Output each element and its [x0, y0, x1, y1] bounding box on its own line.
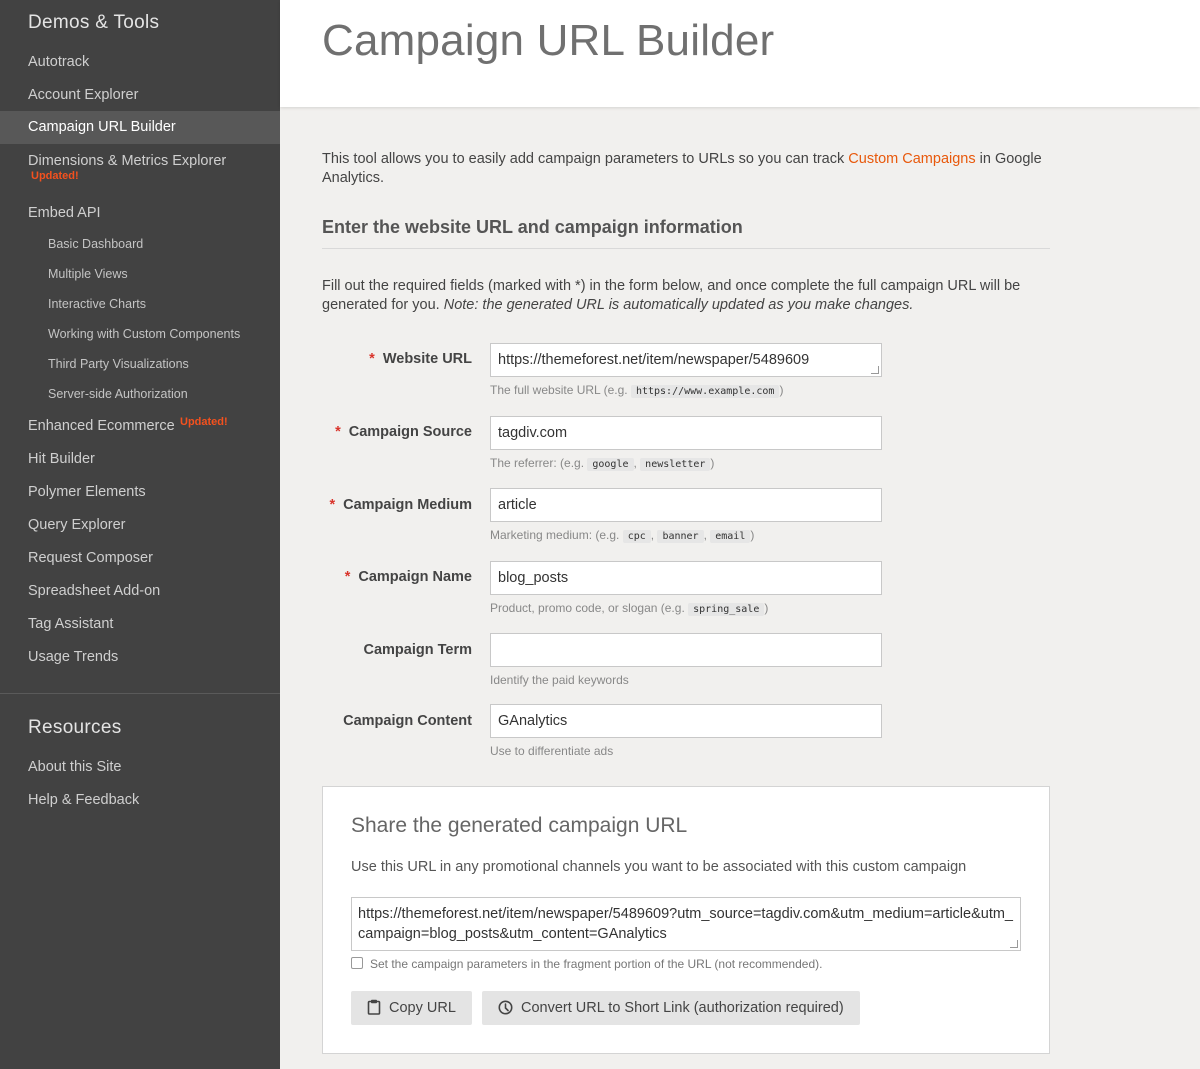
sidebar-item-enhanced-ecommerce[interactable]: Enhanced Ecommerce — [0, 411, 280, 441]
sidebar-item-polymer-elements[interactable]: Polymer Elements — [0, 477, 280, 507]
generated-url-value: https://themeforest.net/item/newspaper/5… — [358, 906, 1013, 942]
section-divider — [322, 248, 1050, 249]
campaign-source-input[interactable]: tagdiv.com — [490, 416, 882, 450]
intro-text-before: This tool allows you to easily add campa… — [322, 151, 849, 167]
campaign-source-help: The referrer: (e.g. google, newsletter) — [490, 456, 715, 471]
campaign-content-label: Campaign Content — [343, 713, 472, 729]
sidebar-item-query-explorer[interactable]: Query Explorer — [0, 510, 280, 540]
campaign-source-label: * Campaign Source — [335, 424, 472, 440]
help-text-end: ) — [710, 456, 715, 470]
example-code: email — [710, 530, 751, 543]
sidebar-heading-demos-tools: Demos & Tools — [28, 12, 160, 33]
required-marker: * — [344, 569, 351, 585]
sidebar-item-about-this-site[interactable]: About this Site — [0, 752, 280, 782]
campaign-source-label-text: Campaign Source — [348, 424, 472, 440]
fragment-checkbox-label: Set the campaign parameters in the fragm… — [370, 957, 823, 971]
share-panel: Share the generated campaign URL Use thi… — [322, 786, 1050, 1054]
required-marker: * — [369, 351, 375, 367]
updated-badge: Updated! — [31, 170, 79, 182]
campaign-content-help: Use to differentiate ads — [490, 744, 614, 758]
copy-url-label: Copy URL — [389, 1000, 456, 1016]
sidebar-item-campaign-url-builder[interactable]: Campaign URL Builder — [0, 111, 280, 144]
help-text-end: ) — [779, 383, 784, 397]
help-text-end: ) — [764, 601, 769, 615]
sidebar-subitem-multiple-views[interactable]: Multiple Views — [0, 261, 280, 287]
sidebar-item-spreadsheet-add-on[interactable]: Spreadsheet Add-on — [0, 576, 280, 606]
campaign-medium-label-text: Campaign Medium — [343, 497, 472, 513]
page-header: Campaign URL Builder — [280, 0, 1200, 107]
sidebar-item-account-explorer[interactable]: Account Explorer — [0, 80, 280, 110]
help-text: Product, promo code, or slogan (e.g. — [490, 601, 689, 615]
sidebar-item-request-composer[interactable]: Request Composer — [0, 543, 280, 573]
sidebar-subitem-custom-components[interactable]: Working with Custom Components — [0, 321, 280, 347]
required-marker: * — [329, 497, 336, 513]
example-code: newsletter — [640, 458, 711, 471]
sidebar-item-autotrack[interactable]: Autotrack — [0, 47, 280, 77]
fragment-option: Set the campaign parameters in the fragm… — [351, 957, 822, 971]
website-url-help: The full website URL (e.g. https://www.e… — [490, 383, 784, 398]
share-title: Share the generated campaign URL — [351, 814, 688, 837]
campaign-medium-label: * Campaign Medium — [329, 497, 472, 513]
campaign-term-label: Campaign Term — [363, 642, 472, 658]
page-title: Campaign URL Builder — [322, 16, 775, 65]
campaign-medium-help: Marketing medium: (e.g. cpc, banner, ema… — [490, 528, 755, 543]
sidebar-item-help-feedback[interactable]: Help & Feedback — [0, 785, 280, 815]
campaign-term-input[interactable] — [490, 633, 882, 667]
share-description: Use this URL in any promotional channels… — [351, 859, 967, 875]
example-code: banner — [657, 530, 704, 543]
fragment-checkbox[interactable] — [351, 957, 363, 969]
sidebar-item-usage-trends[interactable]: Usage Trends — [0, 642, 280, 672]
short-link-button[interactable]: Convert URL to Short Link (authorization… — [482, 991, 860, 1025]
link-icon — [498, 1000, 513, 1015]
sidebar-item-embed-api[interactable]: Embed API — [0, 198, 280, 228]
sidebar-subitem-third-party-visualizations[interactable]: Third Party Visualizations — [0, 351, 280, 377]
sidebar-item-tag-assistant[interactable]: Tag Assistant — [0, 609, 280, 639]
campaign-name-input[interactable]: blog_posts — [490, 561, 882, 595]
custom-campaigns-link[interactable]: Custom Campaigns — [848, 151, 975, 167]
help-text: The referrer: (e.g. — [490, 456, 588, 470]
section-heading: Enter the website URL and campaign infor… — [322, 217, 743, 237]
form-instructions: Fill out the required fields (marked wit… — [322, 277, 1052, 315]
sidebar-item-hit-builder[interactable]: Hit Builder — [0, 444, 280, 474]
example-code: https://www.example.com — [630, 385, 780, 398]
campaign-name-label-text: Campaign Name — [358, 569, 472, 585]
campaign-medium-input[interactable]: article — [490, 488, 882, 522]
help-text: The full website URL (e.g. — [490, 383, 631, 397]
help-text: Marketing medium: (e.g. — [490, 528, 623, 542]
sidebar-subitem-basic-dashboard[interactable]: Basic Dashboard — [0, 231, 280, 257]
required-marker: * — [335, 424, 341, 440]
instructions-note: Note: the generated URL is automatically… — [443, 297, 914, 313]
campaign-name-label: * Campaign Name — [345, 569, 472, 585]
example-code: spring_sale — [688, 603, 765, 616]
sidebar: Demos & Tools Autotrack Account Explorer… — [0, 0, 280, 1069]
sidebar-subitem-interactive-charts[interactable]: Interactive Charts — [0, 291, 280, 317]
website-url-value: https://themeforest.net/item/newspaper/5… — [498, 352, 810, 368]
website-url-label: * Website URL — [369, 351, 472, 367]
sidebar-divider — [0, 693, 280, 694]
campaign-name-help: Product, promo code, or slogan (e.g. spr… — [490, 601, 769, 616]
website-url-input[interactable]: https://themeforest.net/item/newspaper/5… — [490, 343, 882, 377]
sidebar-subitem-server-side-authorization[interactable]: Server-side Authorization — [0, 381, 280, 407]
updated-badge: Updated! — [180, 416, 228, 428]
short-link-label: Convert URL to Short Link (authorization… — [521, 1000, 844, 1016]
intro-text: This tool allows you to easily add campa… — [322, 150, 1052, 188]
sidebar-heading-resources: Resources — [28, 717, 122, 738]
copy-url-button[interactable]: Copy URL — [351, 991, 472, 1025]
example-code: google — [587, 458, 634, 471]
website-url-label-text: Website URL — [382, 351, 472, 367]
help-text-end: ) — [750, 528, 755, 542]
generated-url-textarea[interactable]: https://themeforest.net/item/newspaper/5… — [351, 897, 1021, 951]
clipboard-icon — [367, 999, 381, 1015]
campaign-content-input[interactable]: GAnalytics — [490, 704, 882, 738]
example-code: cpc — [622, 530, 651, 543]
resize-handle[interactable] — [1010, 940, 1018, 948]
campaign-term-help: Identify the paid keywords — [490, 673, 629, 687]
resize-handle[interactable] — [871, 366, 879, 374]
